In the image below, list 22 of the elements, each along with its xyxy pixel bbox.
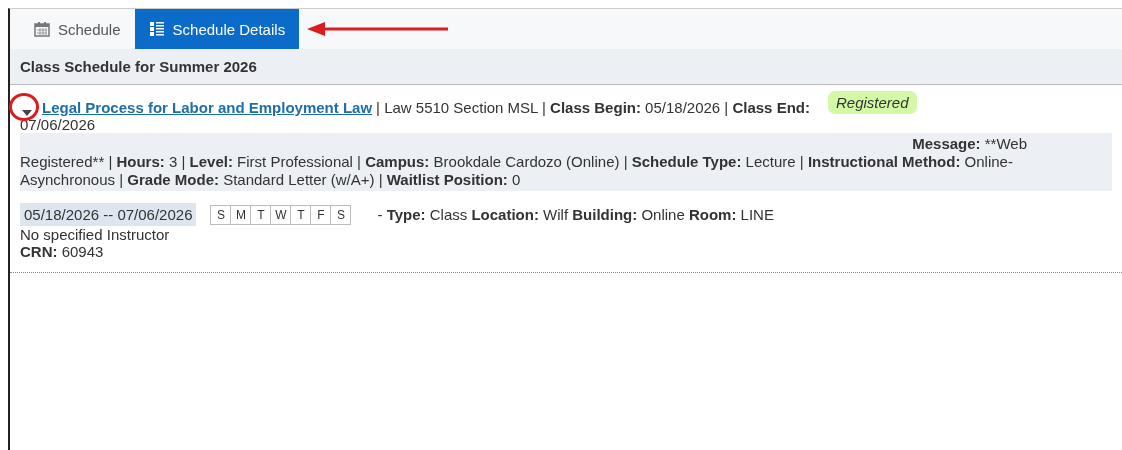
crn-text: CRN: 60943	[20, 243, 105, 260]
instructor-text: No specified Instructor	[20, 226, 171, 243]
weekday-cell: T	[290, 205, 311, 224]
list-icon	[148, 21, 165, 37]
status-badge: Registered	[827, 91, 917, 114]
tab[interactable]: Schedule	[20, 9, 135, 49]
weekday-cell: F	[310, 205, 331, 224]
tab[interactable]: Schedule Details	[134, 9, 300, 49]
date-range: 05/18/2026 -- 07/06/2026	[20, 203, 197, 226]
course-link[interactable]: Legal Process for Labor and Employment Law	[42, 99, 373, 116]
section-heading: Class Schedule for Summer 2026	[10, 49, 1122, 85]
weekday-cell-text: S	[215, 206, 226, 224]
weekday-cell: T	[250, 205, 271, 224]
message-text: Message: **Web	[912, 135, 1027, 153]
weekday-cell: S	[330, 205, 351, 224]
calendar-icon	[34, 21, 50, 37]
class-end-date: 07/06/2026	[20, 116, 97, 133]
meeting-info: - Type: Class Location: Wilf Building: Online Room: LINE	[377, 206, 774, 223]
weekday-cell: M	[230, 205, 251, 224]
course-details: Registered** | Hours: 3 | Level: First Professional | Campus: Brookdale Cardozo (Online) | Schedule Type: Lecture | Instructional Method: Online-Asynchronous | Grade Mode: Standard Letter (w/A+) | Waitlist Position: 0	[20, 153, 1014, 189]
weekday-cell: W	[270, 205, 291, 224]
course-summary: | Law 5510 Section MSL | Class Begin: 05/18/2026 | Class End:	[376, 99, 810, 116]
